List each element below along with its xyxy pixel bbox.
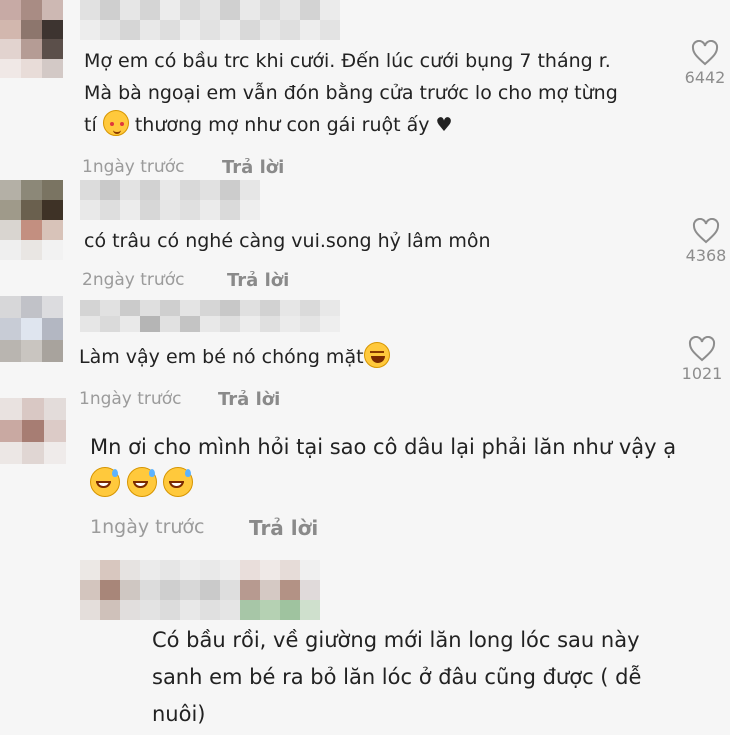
reply-button[interactable]: Trả lời	[249, 516, 318, 540]
reply-button[interactable]: Trả lời	[227, 270, 289, 291]
rolling-laughing-icon	[363, 342, 390, 368]
username-blurred[interactable]	[80, 560, 320, 620]
comment-line: Làm vậy em bé nó chóng mặt	[79, 341, 390, 373]
comment-time: 1ngày trước	[90, 516, 205, 538]
comment-text: có trâu có nghé càng vui.song hỷ lâm môn	[84, 225, 491, 257]
reply-button[interactable]: Trả lời	[218, 389, 280, 410]
grinning-face-with-sweat-icon	[90, 467, 120, 497]
like-count: 4368	[685, 246, 727, 265]
comment-line: tí thương mợ như con gái ruột ấy ♥	[84, 109, 618, 141]
reply-button[interactable]: Trả lời	[222, 157, 284, 178]
like-button[interactable]: 4368	[676, 218, 730, 265]
comment-time: 2ngày trước	[82, 270, 185, 290]
like-count: 1021	[681, 364, 723, 383]
comment-line: Mn ơi cho mình hỏi tại sao cô dâu lại ph…	[90, 435, 677, 459]
smiling-face-with-hearts-icon	[102, 110, 129, 136]
heart-outline-icon	[692, 218, 720, 244]
avatar[interactable]	[0, 398, 66, 464]
like-button[interactable]: 6442	[675, 40, 730, 87]
comment-text: Mn ơi cho mình hỏi tại sao cô dâu lại ph…	[90, 428, 676, 504]
comment-text: Mợ em có bầu trc khi cưới. Đến lúc cưới …	[84, 45, 618, 141]
comment-text: Có bầu rồi, về giường mới lăn long lóc s…	[152, 622, 641, 733]
heart-outline-icon	[688, 336, 716, 362]
avatar[interactable]	[0, 180, 63, 260]
username-blurred[interactable]	[80, 180, 260, 220]
comment-time: 1ngày trước	[82, 157, 185, 177]
comment-text: Làm vậy em bé nó chóng mặt	[79, 341, 390, 373]
like-count: 6442	[684, 68, 726, 87]
like-button[interactable]: 1021	[672, 336, 730, 383]
comment-line	[90, 466, 676, 504]
grinning-face-with-sweat-icon	[126, 467, 157, 497]
comment-line: nuôi)	[152, 702, 206, 726]
avatar[interactable]	[0, 0, 63, 78]
comment-line: Mà bà ngoại em vẫn đón bằng cửa trước lo…	[84, 82, 618, 104]
comment-line: Mợ em có bầu trc khi cưới. Đến lúc cưới …	[84, 50, 611, 72]
comment-time: 1ngày trước	[79, 389, 182, 409]
comment-line: Có bầu rồi, về giường mới lăn long lóc s…	[152, 628, 640, 652]
avatar[interactable]	[0, 296, 63, 362]
username-blurred[interactable]	[80, 0, 340, 40]
grinning-face-with-sweat-icon	[163, 467, 194, 497]
comment-line: có trâu có nghé càng vui.song hỷ lâm môn	[84, 230, 491, 252]
username-blurred[interactable]	[80, 300, 340, 332]
heart-outline-icon	[691, 40, 719, 66]
comment-line: sanh em bé ra bỏ lăn lóc ở đâu cũng được…	[152, 665, 642, 689]
